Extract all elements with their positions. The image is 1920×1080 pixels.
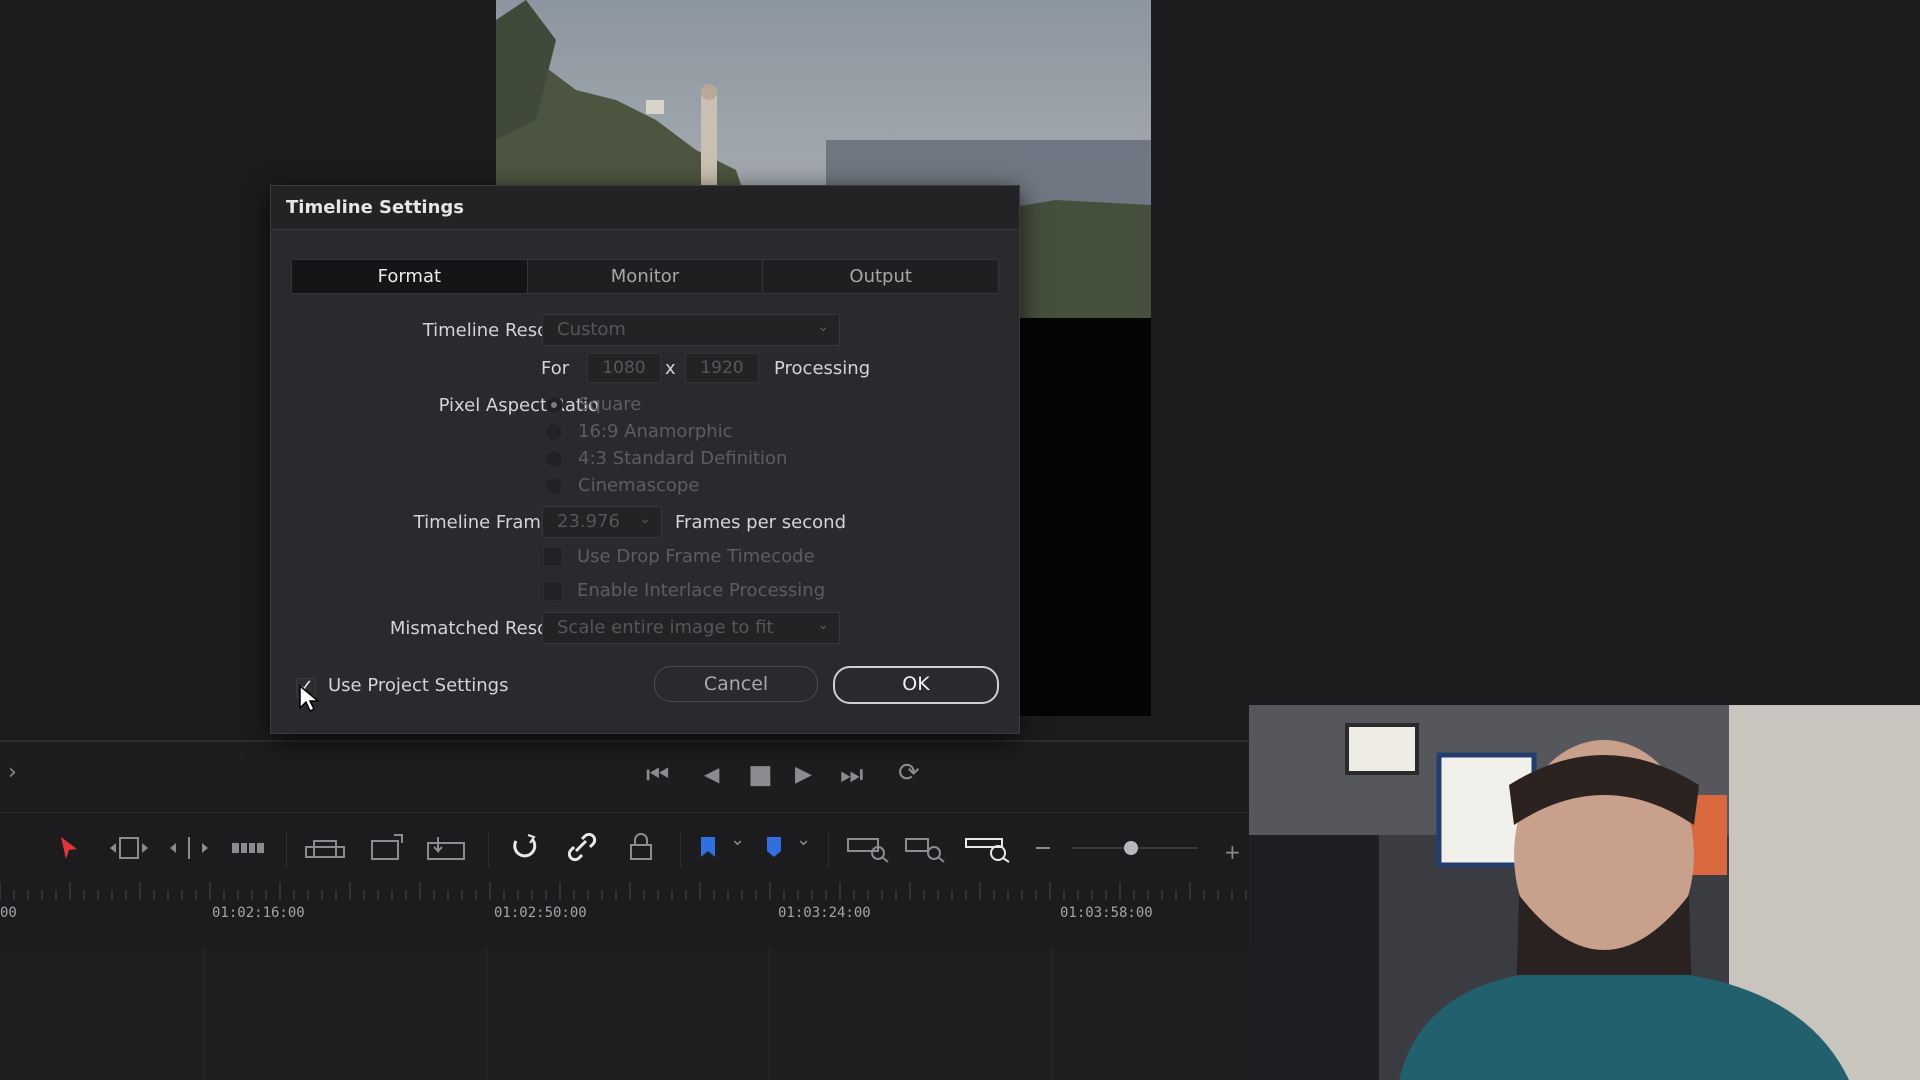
marker-icon[interactable] [764, 835, 784, 861]
processing-label: Processing [774, 358, 871, 379]
use-project-settings-label: Use Project Settings [328, 675, 509, 696]
resolution-height-field[interactable]: 1920 [685, 353, 759, 383]
frame-rate-dropdown[interactable]: 23.976 ⌄ [542, 506, 662, 538]
expand-chevron-icon[interactable]: › [8, 760, 17, 785]
overwrite-clip-icon[interactable] [368, 833, 404, 863]
zoom-out-icon[interactable] [1036, 847, 1050, 849]
zoom-slider-handle[interactable] [1124, 841, 1138, 855]
jump-to-start-icon[interactable]: ⏮ [646, 760, 669, 791]
marker-dropdown-chevron-icon[interactable]: ⌄ [796, 829, 811, 850]
timeline-track-area[interactable] [0, 946, 1249, 1080]
timeline-settings-dialog: Timeline Settings Format Monitor Output … [270, 185, 1020, 734]
play-icon[interactable]: ▶ [795, 762, 812, 787]
trim-edit-tool-icon[interactable] [108, 835, 150, 861]
frames-per-second-label: Frames per second [675, 512, 846, 533]
position-lock-icon[interactable] [628, 831, 654, 863]
webcam-overlay [1249, 705, 1920, 1080]
cancel-button[interactable]: Cancel [654, 666, 818, 702]
interlace-checkbox[interactable] [543, 581, 563, 601]
mismatched-resolution-dropdown[interactable]: Scale entire image to fit ⌄ [542, 612, 840, 644]
drop-frame-label: Use Drop Frame Timecode [577, 546, 815, 567]
flag-dropdown-chevron-icon[interactable]: ⌄ [730, 829, 745, 850]
dialog-title: Timeline Settings [286, 197, 465, 218]
replace-clip-icon[interactable] [424, 833, 468, 863]
dimension-x-label: x [665, 358, 676, 379]
chevron-down-icon: ⌄ [639, 511, 651, 527]
timeline-ruler[interactable]: 00 01:02:16:00 01:02:50:00 01:03:24:00 0… [0, 882, 1249, 947]
radio-standard-definition[interactable] [545, 450, 563, 468]
blade-tool-icon[interactable] [230, 835, 266, 861]
timeline-resolution-value: Custom [557, 319, 626, 340]
tab-format[interactable]: Format [292, 260, 528, 293]
selection-tool-icon[interactable] [58, 835, 80, 861]
dynamic-trim-tool-icon[interactable] [168, 835, 210, 861]
for-label: For [541, 358, 570, 379]
radio-square-label: Square [578, 394, 642, 415]
dialog-header[interactable]: Timeline Settings [271, 186, 1019, 230]
edit-toolbar: ⌄ ⌄ + [0, 812, 1249, 883]
interlace-label: Enable Interlace Processing [577, 580, 826, 601]
mismatched-resolution-value: Scale entire image to fit [557, 617, 774, 638]
drop-frame-checkbox[interactable] [543, 547, 563, 567]
flag-icon[interactable] [698, 835, 718, 861]
mouse-cursor-icon [299, 684, 320, 713]
radio-square[interactable] [545, 396, 563, 414]
radio-cinemascope-label: Cinemascope [578, 475, 700, 496]
zoom-in-icon[interactable]: + [1224, 840, 1241, 864]
chevron-down-icon: ⌄ [817, 617, 829, 633]
timecode-label: 01:03:58:00 [1060, 905, 1153, 921]
zoom-full-timeline-icon[interactable] [846, 833, 890, 863]
transport-controls: › ⏮ ◀ ■ ▶ ⏭ ⟳ [0, 740, 1249, 812]
timeline-resolution-dropdown[interactable]: Custom ⌄ [542, 314, 840, 346]
jump-to-end-icon[interactable]: ⏭ [840, 760, 863, 791]
tab-output[interactable]: Output [763, 260, 998, 293]
snapping-icon[interactable] [510, 833, 540, 863]
timecode-label: 01:03:24:00 [778, 905, 871, 921]
tab-monitor[interactable]: Monitor [528, 260, 764, 293]
frame-rate-value: 23.976 [557, 511, 620, 532]
insert-clip-icon[interactable] [304, 833, 346, 863]
stop-icon[interactable]: ■ [748, 760, 773, 790]
zoom-detail-icon[interactable] [904, 833, 948, 863]
radio-anamorphic-label: 16:9 Anamorphic [578, 421, 733, 442]
ok-button[interactable]: OK [833, 666, 999, 704]
chevron-down-icon: ⌄ [817, 319, 829, 335]
radio-standard-definition-label: 4:3 Standard Definition [578, 448, 788, 469]
previous-frame-icon[interactable]: ◀ [704, 762, 719, 786]
timecode-label: 01:02:16:00 [212, 905, 305, 921]
radio-anamorphic[interactable] [545, 423, 563, 441]
radio-cinemascope[interactable] [545, 477, 563, 495]
zoom-custom-icon[interactable] [964, 833, 1010, 863]
settings-tabbar: Format Monitor Output [291, 259, 999, 294]
linked-selection-icon[interactable] [568, 833, 598, 863]
loop-icon[interactable]: ⟳ [898, 758, 920, 788]
timecode-label: 01:02:50:00 [494, 905, 587, 921]
timecode-label: 00 [0, 905, 17, 921]
resolution-width-field[interactable]: 1080 [587, 353, 661, 383]
